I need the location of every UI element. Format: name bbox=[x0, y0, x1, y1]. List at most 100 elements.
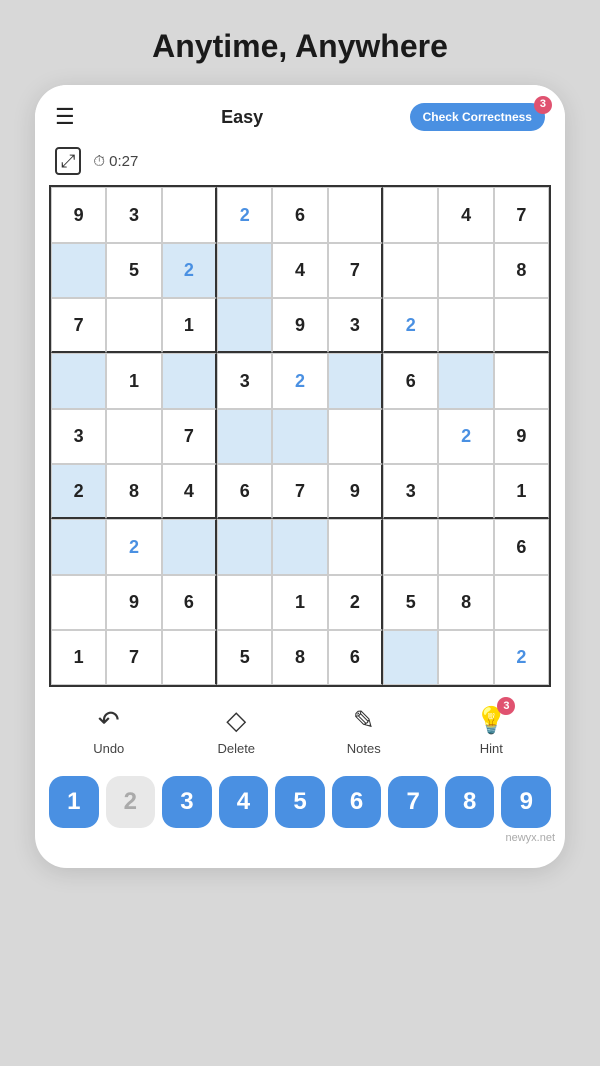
sudoku-cell[interactable]: 4 bbox=[272, 243, 327, 298]
sudoku-cell[interactable] bbox=[272, 409, 327, 464]
sudoku-cell[interactable] bbox=[106, 409, 161, 464]
sudoku-cell[interactable] bbox=[162, 630, 217, 685]
sudoku-cell[interactable]: 6 bbox=[328, 630, 383, 685]
hint-button[interactable]: 💡 3 Hint bbox=[461, 705, 521, 756]
sudoku-cell[interactable]: 6 bbox=[272, 187, 327, 242]
num-button-7[interactable]: 7 bbox=[388, 776, 438, 828]
sudoku-cell[interactable]: 6 bbox=[383, 353, 438, 408]
sudoku-cell[interactable] bbox=[217, 409, 272, 464]
num-button-4[interactable]: 4 bbox=[219, 776, 269, 828]
sudoku-cell[interactable] bbox=[328, 187, 383, 242]
sudoku-cell[interactable]: 2 bbox=[106, 519, 161, 574]
check-badge: 3 bbox=[534, 96, 552, 114]
sudoku-cell[interactable]: 2 bbox=[383, 298, 438, 353]
sudoku-cell[interactable]: 5 bbox=[383, 575, 438, 630]
sudoku-cell[interactable]: 8 bbox=[272, 630, 327, 685]
num-button-9[interactable]: 9 bbox=[501, 776, 551, 828]
sudoku-cell[interactable] bbox=[217, 575, 272, 630]
sudoku-cell[interactable] bbox=[272, 519, 327, 574]
sudoku-cell[interactable] bbox=[217, 519, 272, 574]
sudoku-cell[interactable] bbox=[494, 353, 549, 408]
num-button-2[interactable]: 2 bbox=[106, 776, 156, 828]
sudoku-cell[interactable] bbox=[438, 298, 493, 353]
sudoku-cell[interactable]: 3 bbox=[106, 187, 161, 242]
sudoku-cell[interactable] bbox=[328, 353, 383, 408]
sudoku-cell[interactable]: 9 bbox=[106, 575, 161, 630]
sudoku-cell[interactable] bbox=[438, 519, 493, 574]
sudoku-cell[interactable] bbox=[383, 243, 438, 298]
sudoku-cell[interactable]: 7 bbox=[106, 630, 161, 685]
sudoku-cell[interactable]: 1 bbox=[51, 630, 106, 685]
delete-button[interactable]: ◇ Delete bbox=[206, 705, 266, 756]
sudoku-cell[interactable]: 3 bbox=[383, 464, 438, 519]
sudoku-cell[interactable]: 3 bbox=[51, 409, 106, 464]
sudoku-cell[interactable]: 1 bbox=[162, 298, 217, 353]
sudoku-cell[interactable] bbox=[383, 409, 438, 464]
sudoku-cell[interactable]: 6 bbox=[162, 575, 217, 630]
num-button-1[interactable]: 1 bbox=[49, 776, 99, 828]
sudoku-cell[interactable]: 7 bbox=[51, 298, 106, 353]
undo-button[interactable]: ↶ Undo bbox=[79, 705, 139, 756]
sudoku-cell[interactable] bbox=[162, 353, 217, 408]
sudoku-cell[interactable]: 8 bbox=[106, 464, 161, 519]
sudoku-cell[interactable]: 7 bbox=[328, 243, 383, 298]
sudoku-cell[interactable]: 2 bbox=[272, 353, 327, 408]
num-button-6[interactable]: 6 bbox=[332, 776, 382, 828]
sudoku-cell[interactable] bbox=[438, 630, 493, 685]
sudoku-cell[interactable]: 7 bbox=[272, 464, 327, 519]
sudoku-cell[interactable] bbox=[438, 464, 493, 519]
sudoku-cell[interactable] bbox=[51, 353, 106, 408]
sudoku-cell[interactable] bbox=[328, 409, 383, 464]
sudoku-cell[interactable] bbox=[383, 519, 438, 574]
sudoku-cell[interactable]: 3 bbox=[217, 353, 272, 408]
sudoku-cell[interactable]: 6 bbox=[217, 464, 272, 519]
num-button-8[interactable]: 8 bbox=[445, 776, 495, 828]
sudoku-cell[interactable]: 5 bbox=[106, 243, 161, 298]
sudoku-cell[interactable]: 4 bbox=[438, 187, 493, 242]
sudoku-cell[interactable]: 7 bbox=[162, 409, 217, 464]
num-button-3[interactable]: 3 bbox=[162, 776, 212, 828]
sudoku-cell[interactable]: 1 bbox=[272, 575, 327, 630]
sudoku-cell[interactable] bbox=[51, 519, 106, 574]
sudoku-cell[interactable]: 6 bbox=[494, 519, 549, 574]
sudoku-cell[interactable]: 9 bbox=[51, 187, 106, 242]
sudoku-cell[interactable]: 3 bbox=[328, 298, 383, 353]
sudoku-cell[interactable]: 2 bbox=[217, 187, 272, 242]
sudoku-cell[interactable]: 2 bbox=[51, 464, 106, 519]
sudoku-cell[interactable]: 8 bbox=[438, 575, 493, 630]
expand-icon[interactable]: ⤢ bbox=[55, 147, 81, 175]
sudoku-cell[interactable]: 1 bbox=[494, 464, 549, 519]
menu-icon[interactable]: ☰ bbox=[55, 104, 75, 130]
toolbar: ↶ Undo ◇ Delete ✎ Notes 💡 3 Hint bbox=[35, 687, 565, 766]
sudoku-cell[interactable]: 8 bbox=[494, 243, 549, 298]
num-button-5[interactable]: 5 bbox=[275, 776, 325, 828]
sudoku-cell[interactable]: 2 bbox=[162, 243, 217, 298]
sudoku-cell[interactable]: 1 bbox=[106, 353, 161, 408]
sudoku-cell[interactable] bbox=[162, 519, 217, 574]
sudoku-cell[interactable] bbox=[217, 298, 272, 353]
sudoku-cell[interactable] bbox=[383, 630, 438, 685]
sudoku-cell[interactable] bbox=[438, 243, 493, 298]
sudoku-cell[interactable] bbox=[51, 243, 106, 298]
notes-button[interactable]: ✎ Notes bbox=[334, 705, 394, 756]
sudoku-cell[interactable] bbox=[217, 243, 272, 298]
sudoku-cell[interactable]: 9 bbox=[272, 298, 327, 353]
sudoku-cell[interactable] bbox=[494, 298, 549, 353]
sudoku-cell[interactable] bbox=[162, 187, 217, 242]
sudoku-cell[interactable]: 2 bbox=[494, 630, 549, 685]
sudoku-cell[interactable]: 2 bbox=[438, 409, 493, 464]
sudoku-cell[interactable] bbox=[438, 353, 493, 408]
sudoku-cell[interactable]: 2 bbox=[328, 575, 383, 630]
sudoku-cell[interactable]: 9 bbox=[494, 409, 549, 464]
sudoku-cell[interactable] bbox=[494, 575, 549, 630]
sudoku-cell[interactable]: 7 bbox=[494, 187, 549, 242]
sudoku-cell[interactable] bbox=[106, 298, 161, 353]
sudoku-cell[interactable]: 5 bbox=[217, 630, 272, 685]
sudoku-cell[interactable]: 4 bbox=[162, 464, 217, 519]
check-correctness-button[interactable]: Check Correctness 3 bbox=[410, 103, 545, 131]
sudoku-cell[interactable] bbox=[383, 187, 438, 242]
difficulty-label: Easy bbox=[221, 107, 263, 128]
sudoku-cell[interactable] bbox=[328, 519, 383, 574]
sudoku-cell[interactable] bbox=[51, 575, 106, 630]
sudoku-cell[interactable]: 9 bbox=[328, 464, 383, 519]
